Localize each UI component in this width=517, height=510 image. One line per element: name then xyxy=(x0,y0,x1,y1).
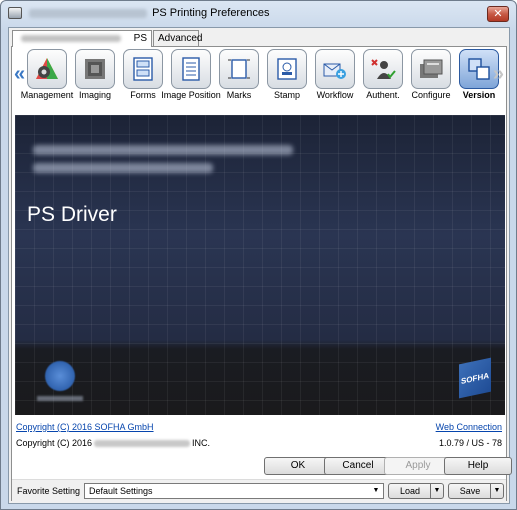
save-menu-arrow-icon[interactable]: ▼ xyxy=(490,484,503,498)
palette-gear-icon xyxy=(27,49,67,89)
vendor-logo-icon xyxy=(45,361,75,391)
close-button[interactable]: ✕ xyxy=(487,6,509,22)
dialog-client: PS Advanced « Management Imaging Forms I… xyxy=(8,27,510,504)
marks-icon xyxy=(219,49,259,89)
copyright-link[interactable]: Copyright (C) 2016 SOFHA GmbH xyxy=(16,422,154,432)
tab-ps-label: PS xyxy=(133,33,147,44)
vendor-logo-text-redacted xyxy=(37,396,83,401)
imaging-icon xyxy=(75,49,115,89)
favorite-setting-select[interactable]: Default Settings ▼ xyxy=(84,483,384,499)
authentication-icon xyxy=(363,49,403,89)
configure-icon xyxy=(411,49,451,89)
copyright-line: Copyright (C) 2016 INC. xyxy=(16,438,211,448)
banner-title: PS Driver xyxy=(27,203,117,226)
favorite-setting-row: Favorite Setting Default Settings ▼ Load… xyxy=(12,479,506,501)
printing-preferences-window: PS Printing Preferences ✕ PS Advanced « … xyxy=(0,0,517,510)
save-button[interactable]: Save ▼ xyxy=(448,483,504,499)
product-name-redacted xyxy=(33,145,293,155)
title-bar[interactable]: PS Printing Preferences ✕ xyxy=(1,1,516,27)
tab-printer-name-redacted xyxy=(21,35,121,42)
toolbar-label: Version xyxy=(462,90,496,100)
tab-advanced[interactable]: Advanced xyxy=(153,30,202,46)
company-name-redacted xyxy=(94,440,191,448)
ok-button[interactable]: OK xyxy=(264,457,332,475)
favorite-setting-label: Favorite Setting xyxy=(17,486,81,496)
image-position-icon xyxy=(171,49,211,89)
chevron-down-icon: ▼ xyxy=(372,487,380,494)
load-button[interactable]: Load ▼ xyxy=(388,483,444,499)
help-button[interactable]: Help xyxy=(444,457,512,475)
sofha-logo: SOFHA xyxy=(459,357,491,399)
stamp-icon xyxy=(267,49,307,89)
printer-name-redacted xyxy=(29,8,147,18)
scroll-right-icon[interactable]: » xyxy=(493,63,504,86)
tab-ps[interactable]: PS xyxy=(12,30,152,47)
tab-page-ps: « Management Imaging Forms Image Positio… xyxy=(11,46,507,501)
window-title: PS Printing Preferences xyxy=(29,7,269,19)
forms-icon xyxy=(123,49,163,89)
apply-button[interactable]: Apply xyxy=(384,457,452,475)
feature-toolbar: « Management Imaging Forms Image Positio… xyxy=(12,47,506,107)
load-menu-arrow-icon[interactable]: ▼ xyxy=(430,484,443,498)
web-connection-link[interactable]: Web Connection xyxy=(436,422,502,432)
version-number: 1.0.79 / US - 78 xyxy=(438,438,502,448)
workflow-icon xyxy=(315,49,355,89)
version-banner: PS Driver SOFHA xyxy=(15,115,505,415)
printer-icon xyxy=(8,7,22,19)
cancel-button[interactable]: Cancel xyxy=(324,457,392,475)
product-name-redacted xyxy=(33,163,213,173)
